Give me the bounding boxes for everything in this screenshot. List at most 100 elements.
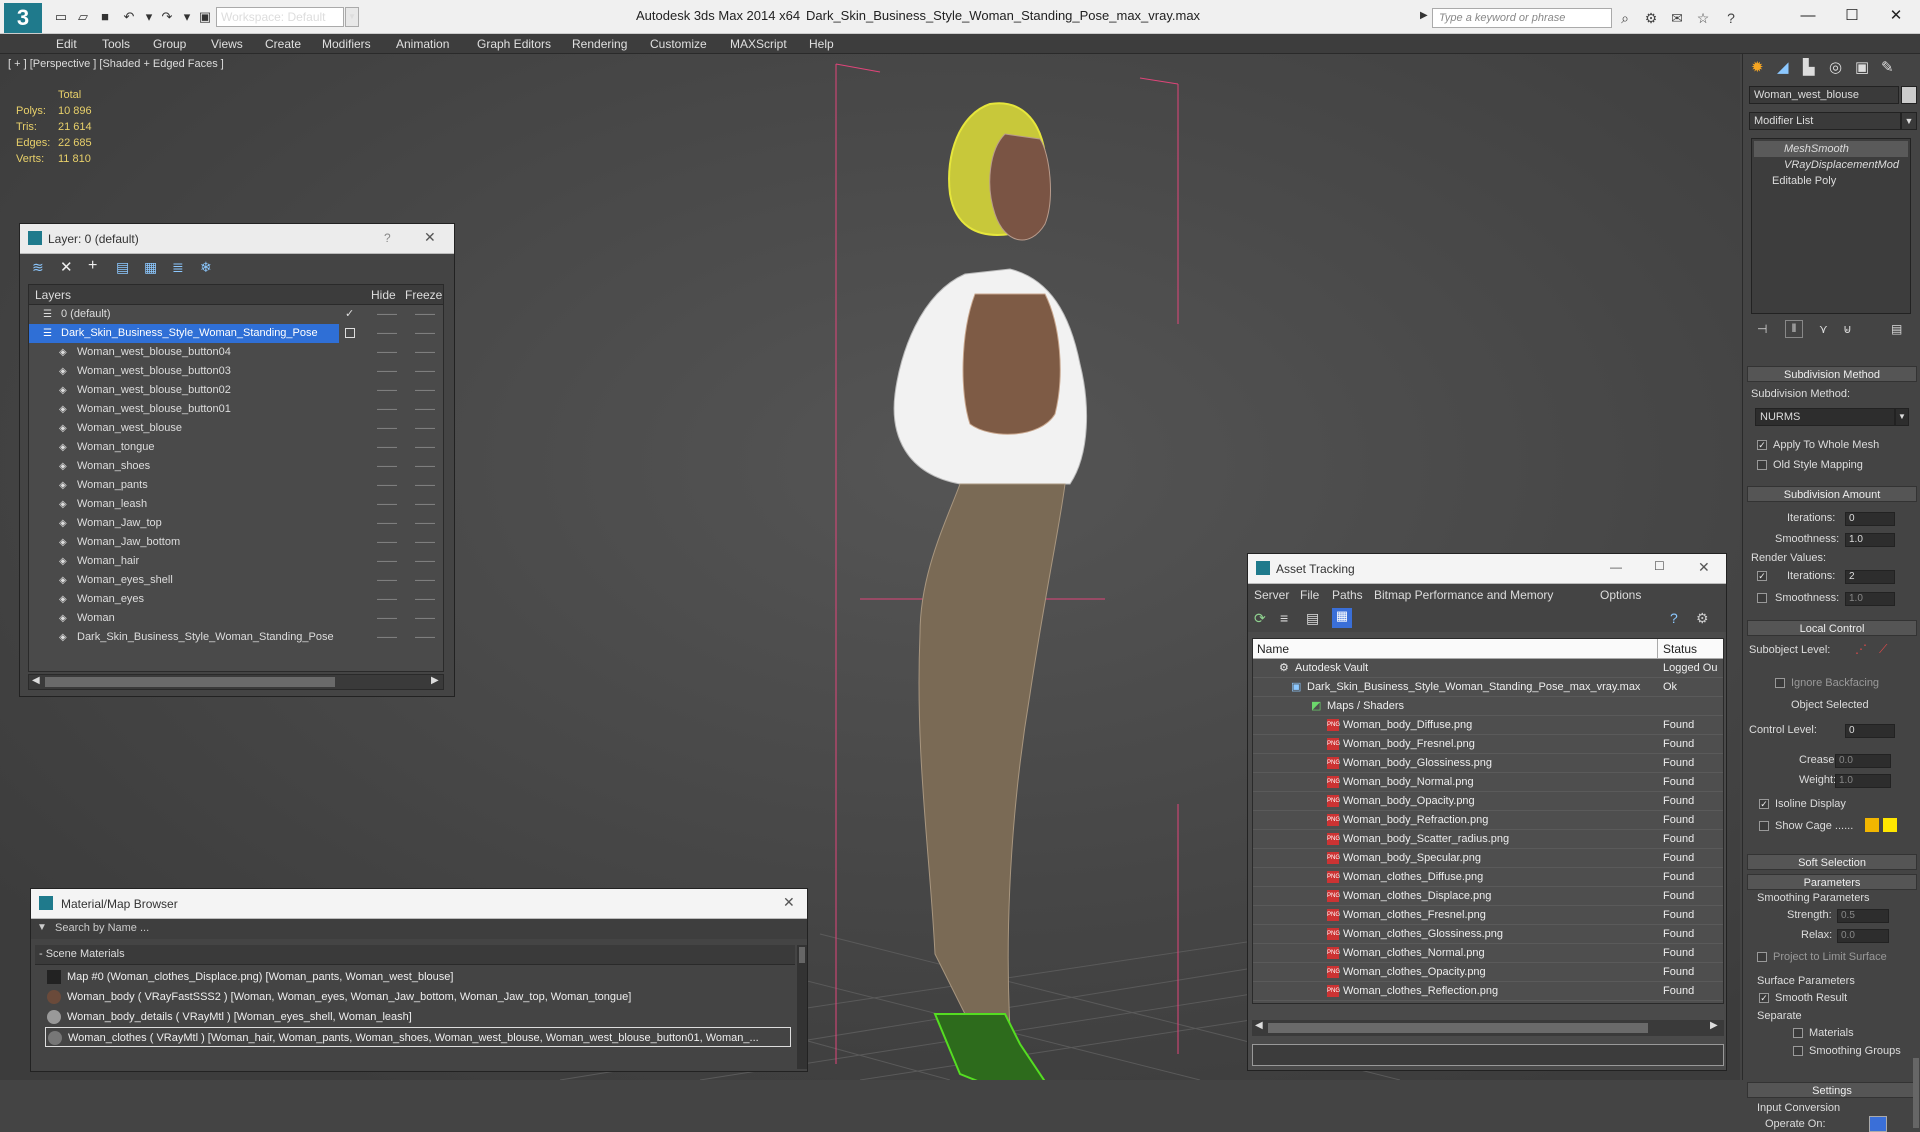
asset-row[interactable]: PNG Woman_clothes_Diffuse.png Found — [1253, 868, 1723, 887]
asset-menu-server[interactable]: Server — [1254, 588, 1289, 602]
rollout-subdivision-amount[interactable]: Subdivision Amount — [1747, 486, 1917, 502]
table-view-icon[interactable]: ▦ — [1332, 608, 1352, 628]
tree-view-icon[interactable]: ▤ — [1306, 610, 1319, 627]
layer-row[interactable]: ◈ Woman_leash —— —— — [29, 495, 443, 514]
freeze-toggle[interactable]: —— — [415, 362, 435, 381]
hide-toggle[interactable]: —— — [377, 571, 397, 590]
rollout-settings[interactable]: Settings — [1747, 1082, 1917, 1098]
scroll-right-icon[interactable]: ▶ — [1710, 1020, 1718, 1031]
asset-row[interactable]: ◩ Maps / Shaders — [1253, 697, 1723, 716]
make-current-icon[interactable] — [345, 328, 355, 338]
workspace-dropdown[interactable]: Workspace: Default — [216, 7, 344, 27]
close-icon[interactable]: ✕ — [424, 229, 436, 246]
asset-row[interactable]: PNG Woman_body_Refraction.png Found — [1253, 811, 1723, 830]
layer-row[interactable]: ◈ Woman_west_blouse_button01 —— —— — [29, 400, 443, 419]
close-icon[interactable]: ✕ — [783, 894, 795, 911]
redo-dropdown-icon[interactable]: ▾ — [178, 8, 196, 26]
search-input[interactable]: Type a keyword or phrase — [1432, 8, 1612, 28]
rollout-local-control[interactable]: Local Control — [1747, 620, 1917, 636]
freeze-toggle[interactable]: —— — [415, 476, 435, 495]
list-view-icon[interactable]: ≡ — [1280, 610, 1288, 626]
asset-menu-options[interactable]: Options — [1600, 588, 1641, 602]
chevron-down-icon[interactable]: ▼ — [345, 7, 359, 27]
edge-mode-icon[interactable]: ⟋ — [1879, 642, 1887, 657]
hide-toggle[interactable]: —— — [377, 305, 397, 324]
material-item[interactable]: Woman_clothes ( VRayMtl ) [Woman_hair, W… — [45, 1027, 791, 1047]
isoline-display-checkbox[interactable]: ✓ — [1759, 799, 1769, 809]
asset-row[interactable]: ⚙ Autodesk Vault Logged Ou — [1253, 659, 1723, 678]
scroll-thumb[interactable] — [45, 677, 335, 687]
project-folder-icon[interactable]: ▣ — [196, 8, 214, 26]
smoothness-spinner[interactable]: 1.0 — [1845, 533, 1895, 547]
hide-toggle[interactable]: —— — [377, 362, 397, 381]
asset-menu-bitmap[interactable]: Bitmap Performance and Memory — [1374, 588, 1553, 602]
hide-toggle[interactable]: —— — [377, 533, 397, 552]
show-cage-checkbox[interactable] — [1759, 821, 1769, 831]
remove-modifier-icon[interactable]: ⊌ — [1843, 322, 1852, 336]
layer-row[interactable]: ◈ Woman_eyes —— —— — [29, 590, 443, 609]
undo-icon[interactable]: ↶ — [120, 8, 138, 26]
menu-help[interactable]: Help — [809, 34, 834, 54]
rollout-parameters[interactable]: Parameters — [1747, 874, 1917, 890]
layer-row[interactable]: ◈ Dark_Skin_Business_Style_Woman_Standing… — [29, 628, 443, 647]
asset-row[interactable]: PNG Woman_body_Specular.png Found — [1253, 849, 1723, 868]
material-item[interactable]: Map #0 (Woman_clothes_Displace.png) [Wom… — [45, 967, 791, 987]
object-color-swatch[interactable] — [1901, 86, 1917, 104]
asset-menu-file[interactable]: File — [1300, 588, 1319, 602]
freeze-toggle[interactable]: —— — [415, 495, 435, 514]
scroll-left-icon[interactable]: ◀ — [32, 675, 40, 686]
hide-toggle[interactable]: —— — [377, 514, 397, 533]
help-icon[interactable]: ? — [384, 231, 391, 245]
material-item[interactable]: Woman_body_details ( VRayMtl ) [Woman_ey… — [45, 1007, 791, 1027]
hide-toggle[interactable]: —— — [377, 609, 397, 628]
scroll-thumb[interactable] — [1268, 1023, 1648, 1033]
create-tab-icon[interactable]: ✹ — [1751, 58, 1764, 76]
subscription-icon[interactable]: ⚙ — [1642, 9, 1660, 27]
motion-tab-icon[interactable]: ◎ — [1829, 58, 1842, 76]
freeze-toggle[interactable]: —— — [415, 324, 435, 343]
freeze-toggle[interactable]: —— — [415, 343, 435, 362]
relax-spinner[interactable]: 0.0 — [1837, 929, 1889, 943]
viewport-label[interactable]: [ + ] [Perspective ] [Shaded + Edged Fac… — [8, 58, 224, 70]
modify-tab-icon[interactable]: ◢ — [1777, 58, 1789, 76]
delete-layer-icon[interactable]: ✕ — [60, 258, 73, 276]
render-iterations-checkbox[interactable]: ✓ — [1757, 571, 1767, 581]
hide-toggle[interactable]: —— — [377, 324, 397, 343]
layer-row[interactable]: ☰ Dark_Skin_Business_Style_Woman_Standing… — [29, 324, 435, 343]
col-layers[interactable]: Layers — [35, 288, 71, 302]
scroll-right-icon[interactable]: ▶ — [431, 675, 439, 686]
asset-row[interactable]: PNG Woman_clothes_Opacity.png Found — [1253, 963, 1723, 982]
freeze-all-icon[interactable]: ❄ — [200, 259, 212, 276]
hide-toggle[interactable]: —— — [377, 400, 397, 419]
freeze-toggle[interactable]: —— — [415, 400, 435, 419]
hide-toggle[interactable]: —— — [377, 590, 397, 609]
col-status[interactable]: Status — [1663, 642, 1697, 656]
layer-row[interactable]: ◈ Woman_Jaw_top —— —— — [29, 514, 443, 533]
minimize-icon[interactable]: — — [1788, 4, 1828, 28]
favorites-star-icon[interactable]: ☆ — [1694, 9, 1712, 27]
layer-row[interactable]: ◈ Woman_Jaw_bottom —— —— — [29, 533, 443, 552]
binoculars-icon[interactable]: ⌕ — [1616, 9, 1634, 27]
material-search-input[interactable]: Search by Name ... — [55, 922, 149, 934]
asset-row[interactable]: PNG Woman_body_Normal.png Found — [1253, 773, 1723, 792]
maximize-icon[interactable]: ☐ — [1832, 4, 1872, 28]
materials-checkbox[interactable] — [1793, 1028, 1803, 1038]
show-end-result-icon[interactable]: ‖ — [1785, 320, 1803, 338]
material-scrollbar[interactable] — [797, 945, 807, 1069]
active-layer-check-icon[interactable]: ✓ — [345, 305, 354, 324]
scroll-left-icon[interactable]: ◀ — [1255, 1020, 1263, 1031]
configure-sets-icon[interactable]: ▤ — [1891, 322, 1902, 336]
strength-spinner[interactable]: 0.5 — [1837, 909, 1889, 923]
menu-maxscript[interactable]: MAXScript — [730, 34, 787, 54]
freeze-toggle[interactable]: —— — [415, 305, 435, 324]
layer-row[interactable]: ☰ 0 (default) ✓ —— —— — [29, 305, 443, 324]
cage-color-swatch-1[interactable] — [1865, 818, 1879, 832]
save-icon[interactable]: ■ — [96, 8, 114, 26]
smoothing-groups-checkbox[interactable] — [1793, 1046, 1803, 1056]
rollout-soft-selection[interactable]: Soft Selection — [1747, 854, 1917, 870]
make-unique-icon[interactable]: ⋎ — [1819, 322, 1828, 336]
menu-tools[interactable]: Tools — [102, 34, 130, 54]
pin-stack-icon[interactable]: ⊣ — [1757, 322, 1767, 336]
render-smoothness-checkbox[interactable] — [1757, 593, 1767, 603]
ignore-backfacing-checkbox[interactable] — [1775, 678, 1785, 688]
